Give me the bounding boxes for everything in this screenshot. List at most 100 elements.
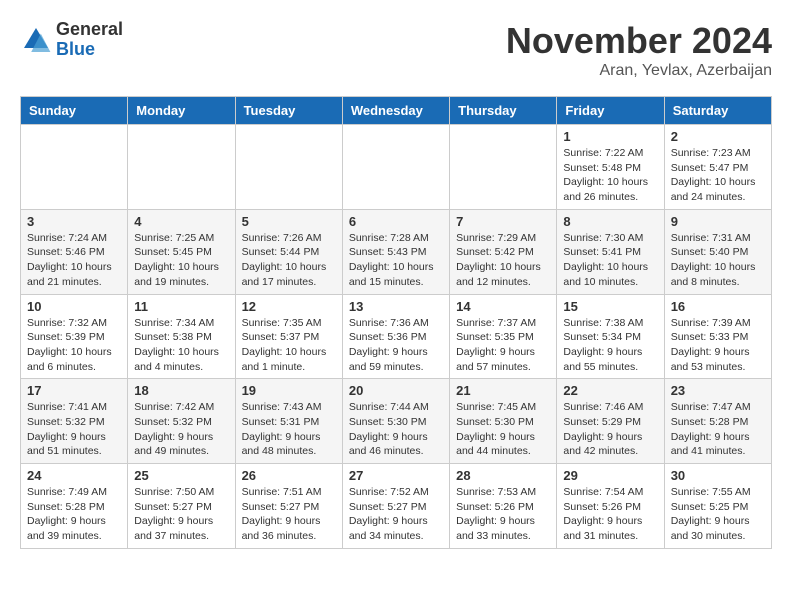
- day-number: 20: [349, 383, 443, 398]
- calendar-day-20: 20 Sunrise: 7:44 AM Sunset: 5:30 PM Dayli…: [342, 379, 449, 464]
- day-number: 10: [27, 299, 121, 314]
- day-number: 6: [349, 214, 443, 229]
- day-number: 11: [134, 299, 228, 314]
- logo-icon: [20, 24, 52, 56]
- month-title: November 2024: [506, 20, 772, 62]
- day-number: 9: [671, 214, 765, 229]
- day-info: Sunrise: 7:24 AM Sunset: 5:46 PM Dayligh…: [27, 231, 121, 290]
- calendar-day-13: 13 Sunrise: 7:36 AM Sunset: 5:36 PM Dayli…: [342, 294, 449, 379]
- day-number: 18: [134, 383, 228, 398]
- calendar-empty-cell: [450, 125, 557, 210]
- calendar-empty-cell: [342, 125, 449, 210]
- day-number: 13: [349, 299, 443, 314]
- calendar-day-4: 4Sunrise: 7:25 AM Sunset: 5:45 PM Daylig…: [128, 209, 235, 294]
- calendar-day-25: 25 Sunrise: 7:50 AM Sunset: 5:27 PM Dayli…: [128, 464, 235, 549]
- title-block: November 2024 Aran, Yevlax, Azerbaijan: [506, 20, 772, 80]
- calendar-day-22: 22 Sunrise: 7:46 AM Sunset: 5:29 PM Dayli…: [557, 379, 664, 464]
- day-number: 27: [349, 468, 443, 483]
- day-number: 28: [456, 468, 550, 483]
- calendar-day-7: 7 Sunrise: 7:29 AM Sunset: 5:42 PM Daylig…: [450, 209, 557, 294]
- calendar-empty-cell: [128, 125, 235, 210]
- day-number: 30: [671, 468, 765, 483]
- weekday-header-monday: Monday: [128, 97, 235, 125]
- day-info: Sunrise: 7:47 AM Sunset: 5:28 PM Dayligh…: [671, 400, 765, 459]
- day-info: Sunrise: 7:35 AM Sunset: 5:37 PM Dayligh…: [242, 316, 336, 375]
- page-header: General Blue November 2024 Aran, Yevlax,…: [20, 20, 772, 80]
- day-info: Sunrise: 7:36 AM Sunset: 5:36 PM Dayligh…: [349, 316, 443, 375]
- calendar-week-row: 10 Sunrise: 7:32 AM Sunset: 5:39 PM Dayli…: [21, 294, 772, 379]
- day-info: Sunrise: 7:38 AM Sunset: 5:34 PM Dayligh…: [563, 316, 657, 375]
- logo[interactable]: General Blue: [20, 20, 123, 60]
- day-number: 12: [242, 299, 336, 314]
- calendar-day-19: 19 Sunrise: 7:43 AM Sunset: 5:31 PM Dayli…: [235, 379, 342, 464]
- calendar-day-10: 10 Sunrise: 7:32 AM Sunset: 5:39 PM Dayli…: [21, 294, 128, 379]
- day-number: 24: [27, 468, 121, 483]
- day-info: Sunrise: 7:52 AM Sunset: 5:27 PM Dayligh…: [349, 485, 443, 544]
- day-number: 2: [671, 129, 765, 144]
- day-info: Sunrise: 7:28 AM Sunset: 5:43 PM Dayligh…: [349, 231, 443, 290]
- day-number: 15: [563, 299, 657, 314]
- day-number: 14: [456, 299, 550, 314]
- day-info: Sunrise: 7:43 AM Sunset: 5:31 PM Dayligh…: [242, 400, 336, 459]
- calendar-day-6: 6 Sunrise: 7:28 AM Sunset: 5:43 PM Daylig…: [342, 209, 449, 294]
- weekday-header-wednesday: Wednesday: [342, 97, 449, 125]
- calendar-day-2: 2 Sunrise: 7:23 AM Sunset: 5:47 PM Daylig…: [664, 125, 771, 210]
- day-number: 23: [671, 383, 765, 398]
- day-info: Sunrise: 7:50 AM Sunset: 5:27 PM Dayligh…: [134, 485, 228, 544]
- calendar-day-12: 12 Sunrise: 7:35 AM Sunset: 5:37 PM Dayli…: [235, 294, 342, 379]
- day-info: Sunrise: 7:29 AM Sunset: 5:42 PM Dayligh…: [456, 231, 550, 290]
- calendar-day-18: 18 Sunrise: 7:42 AM Sunset: 5:32 PM Dayli…: [128, 379, 235, 464]
- day-number: 22: [563, 383, 657, 398]
- day-info: Sunrise: 7:51 AM Sunset: 5:27 PM Dayligh…: [242, 485, 336, 544]
- calendar-day-27: 27 Sunrise: 7:52 AM Sunset: 5:27 PM Dayli…: [342, 464, 449, 549]
- day-info: Sunrise: 7:37 AM Sunset: 5:35 PM Dayligh…: [456, 316, 550, 375]
- day-info: Sunrise: 7:32 AM Sunset: 5:39 PM Dayligh…: [27, 316, 121, 375]
- logo-blue-text: Blue: [56, 40, 123, 60]
- day-info: Sunrise: 7:23 AM Sunset: 5:47 PM Dayligh…: [671, 146, 765, 205]
- day-number: 17: [27, 383, 121, 398]
- calendar-day-21: 21 Sunrise: 7:45 AM Sunset: 5:30 PM Dayli…: [450, 379, 557, 464]
- calendar-empty-cell: [235, 125, 342, 210]
- calendar-day-5: 5Sunrise: 7:26 AM Sunset: 5:44 PM Daylig…: [235, 209, 342, 294]
- day-info: Sunrise: 7:53 AM Sunset: 5:26 PM Dayligh…: [456, 485, 550, 544]
- calendar-day-14: 14 Sunrise: 7:37 AM Sunset: 5:35 PM Dayli…: [450, 294, 557, 379]
- day-number: 19: [242, 383, 336, 398]
- weekday-header-sunday: Sunday: [21, 97, 128, 125]
- weekday-header-thursday: Thursday: [450, 97, 557, 125]
- day-number: 4: [134, 214, 228, 229]
- calendar-day-11: 11 Sunrise: 7:34 AM Sunset: 5:38 PM Dayli…: [128, 294, 235, 379]
- day-number: 7: [456, 214, 550, 229]
- day-info: Sunrise: 7:31 AM Sunset: 5:40 PM Dayligh…: [671, 231, 765, 290]
- day-info: Sunrise: 7:45 AM Sunset: 5:30 PM Dayligh…: [456, 400, 550, 459]
- day-info: Sunrise: 7:41 AM Sunset: 5:32 PM Dayligh…: [27, 400, 121, 459]
- weekday-header-friday: Friday: [557, 97, 664, 125]
- calendar-day-29: 29Sunrise: 7:54 AM Sunset: 5:26 PM Dayli…: [557, 464, 664, 549]
- logo-general-text: General: [56, 20, 123, 40]
- day-number: 21: [456, 383, 550, 398]
- day-info: Sunrise: 7:44 AM Sunset: 5:30 PM Dayligh…: [349, 400, 443, 459]
- day-number: 29: [563, 468, 657, 483]
- logo-text: General Blue: [56, 20, 123, 60]
- day-info: Sunrise: 7:55 AM Sunset: 5:25 PM Dayligh…: [671, 485, 765, 544]
- calendar-week-row: 1Sunrise: 7:22 AM Sunset: 5:48 PM Daylig…: [21, 125, 772, 210]
- day-info: Sunrise: 7:42 AM Sunset: 5:32 PM Dayligh…: [134, 400, 228, 459]
- day-info: Sunrise: 7:49 AM Sunset: 5:28 PM Dayligh…: [27, 485, 121, 544]
- calendar-day-8: 8Sunrise: 7:30 AM Sunset: 5:41 PM Daylig…: [557, 209, 664, 294]
- calendar-week-row: 24 Sunrise: 7:49 AM Sunset: 5:28 PM Dayli…: [21, 464, 772, 549]
- calendar-day-1: 1Sunrise: 7:22 AM Sunset: 5:48 PM Daylig…: [557, 125, 664, 210]
- day-info: Sunrise: 7:46 AM Sunset: 5:29 PM Dayligh…: [563, 400, 657, 459]
- day-number: 25: [134, 468, 228, 483]
- calendar-day-24: 24 Sunrise: 7:49 AM Sunset: 5:28 PM Dayli…: [21, 464, 128, 549]
- calendar-week-row: 17 Sunrise: 7:41 AM Sunset: 5:32 PM Dayli…: [21, 379, 772, 464]
- calendar-day-3: 3Sunrise: 7:24 AM Sunset: 5:46 PM Daylig…: [21, 209, 128, 294]
- calendar-table: SundayMondayTuesdayWednesdayThursdayFrid…: [20, 96, 772, 549]
- day-number: 8: [563, 214, 657, 229]
- day-number: 5: [242, 214, 336, 229]
- weekday-header-saturday: Saturday: [664, 97, 771, 125]
- day-info: Sunrise: 7:34 AM Sunset: 5:38 PM Dayligh…: [134, 316, 228, 375]
- weekday-header-tuesday: Tuesday: [235, 97, 342, 125]
- calendar-day-17: 17 Sunrise: 7:41 AM Sunset: 5:32 PM Dayli…: [21, 379, 128, 464]
- day-info: Sunrise: 7:39 AM Sunset: 5:33 PM Dayligh…: [671, 316, 765, 375]
- location-text: Aran, Yevlax, Azerbaijan: [506, 62, 772, 80]
- calendar-day-23: 23 Sunrise: 7:47 AM Sunset: 5:28 PM Dayli…: [664, 379, 771, 464]
